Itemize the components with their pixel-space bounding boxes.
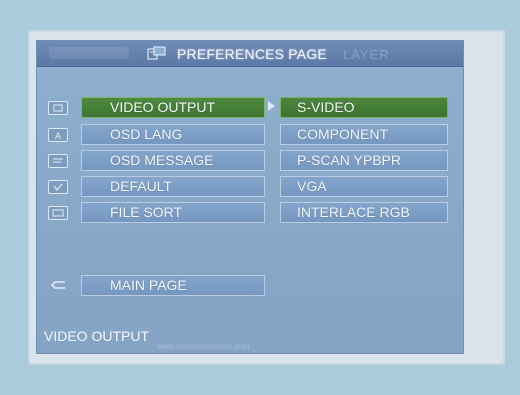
- message-icon: [48, 154, 68, 168]
- checkmark-icon: [48, 180, 68, 194]
- return-icon: [50, 281, 65, 289]
- menu-item-video-output[interactable]: VIDEO OUTPUT: [81, 97, 265, 118]
- status-text: VIDEO OUTPUT: [44, 328, 150, 344]
- main-page-button[interactable]: MAIN PAGE: [81, 275, 265, 296]
- ghost-brand-text: LAYER: [343, 47, 390, 62]
- menu-item-file-sort[interactable]: FILE SORT: [81, 202, 265, 223]
- language-icon: A: [48, 128, 68, 142]
- menu-item-default[interactable]: DEFAULT: [81, 176, 265, 197]
- option-interlace-rgb[interactable]: INTERLACE RGB: [280, 202, 448, 223]
- option-s-video[interactable]: S-VIDEO: [280, 97, 448, 118]
- submenu-arrow-icon: [268, 101, 275, 111]
- watermark-text: www.xxxxxxxxxxxxxx.com: [157, 342, 250, 351]
- header-bar: PREFERENCES PAGE LAYER: [37, 41, 463, 67]
- svg-text:A: A: [55, 131, 61, 141]
- option-p-scan-ypbpr[interactable]: P-SCAN YPBPR: [280, 150, 448, 171]
- option-component[interactable]: COMPONENT: [280, 124, 448, 145]
- menu-item-osd-lang[interactable]: OSD LANG: [81, 124, 265, 145]
- page-title: PREFERENCES PAGE: [177, 46, 327, 62]
- osd-screen: PREFERENCES PAGE LAYER A VIDEO OUTPUT OS…: [36, 40, 464, 354]
- folder-icon: [48, 206, 68, 220]
- menu-item-osd-message[interactable]: OSD MESSAGE: [81, 150, 265, 171]
- settings-icon: [147, 46, 166, 60]
- option-vga[interactable]: VGA: [280, 176, 448, 197]
- ghost-logo: [49, 47, 129, 59]
- monitor-icon: [48, 101, 68, 115]
